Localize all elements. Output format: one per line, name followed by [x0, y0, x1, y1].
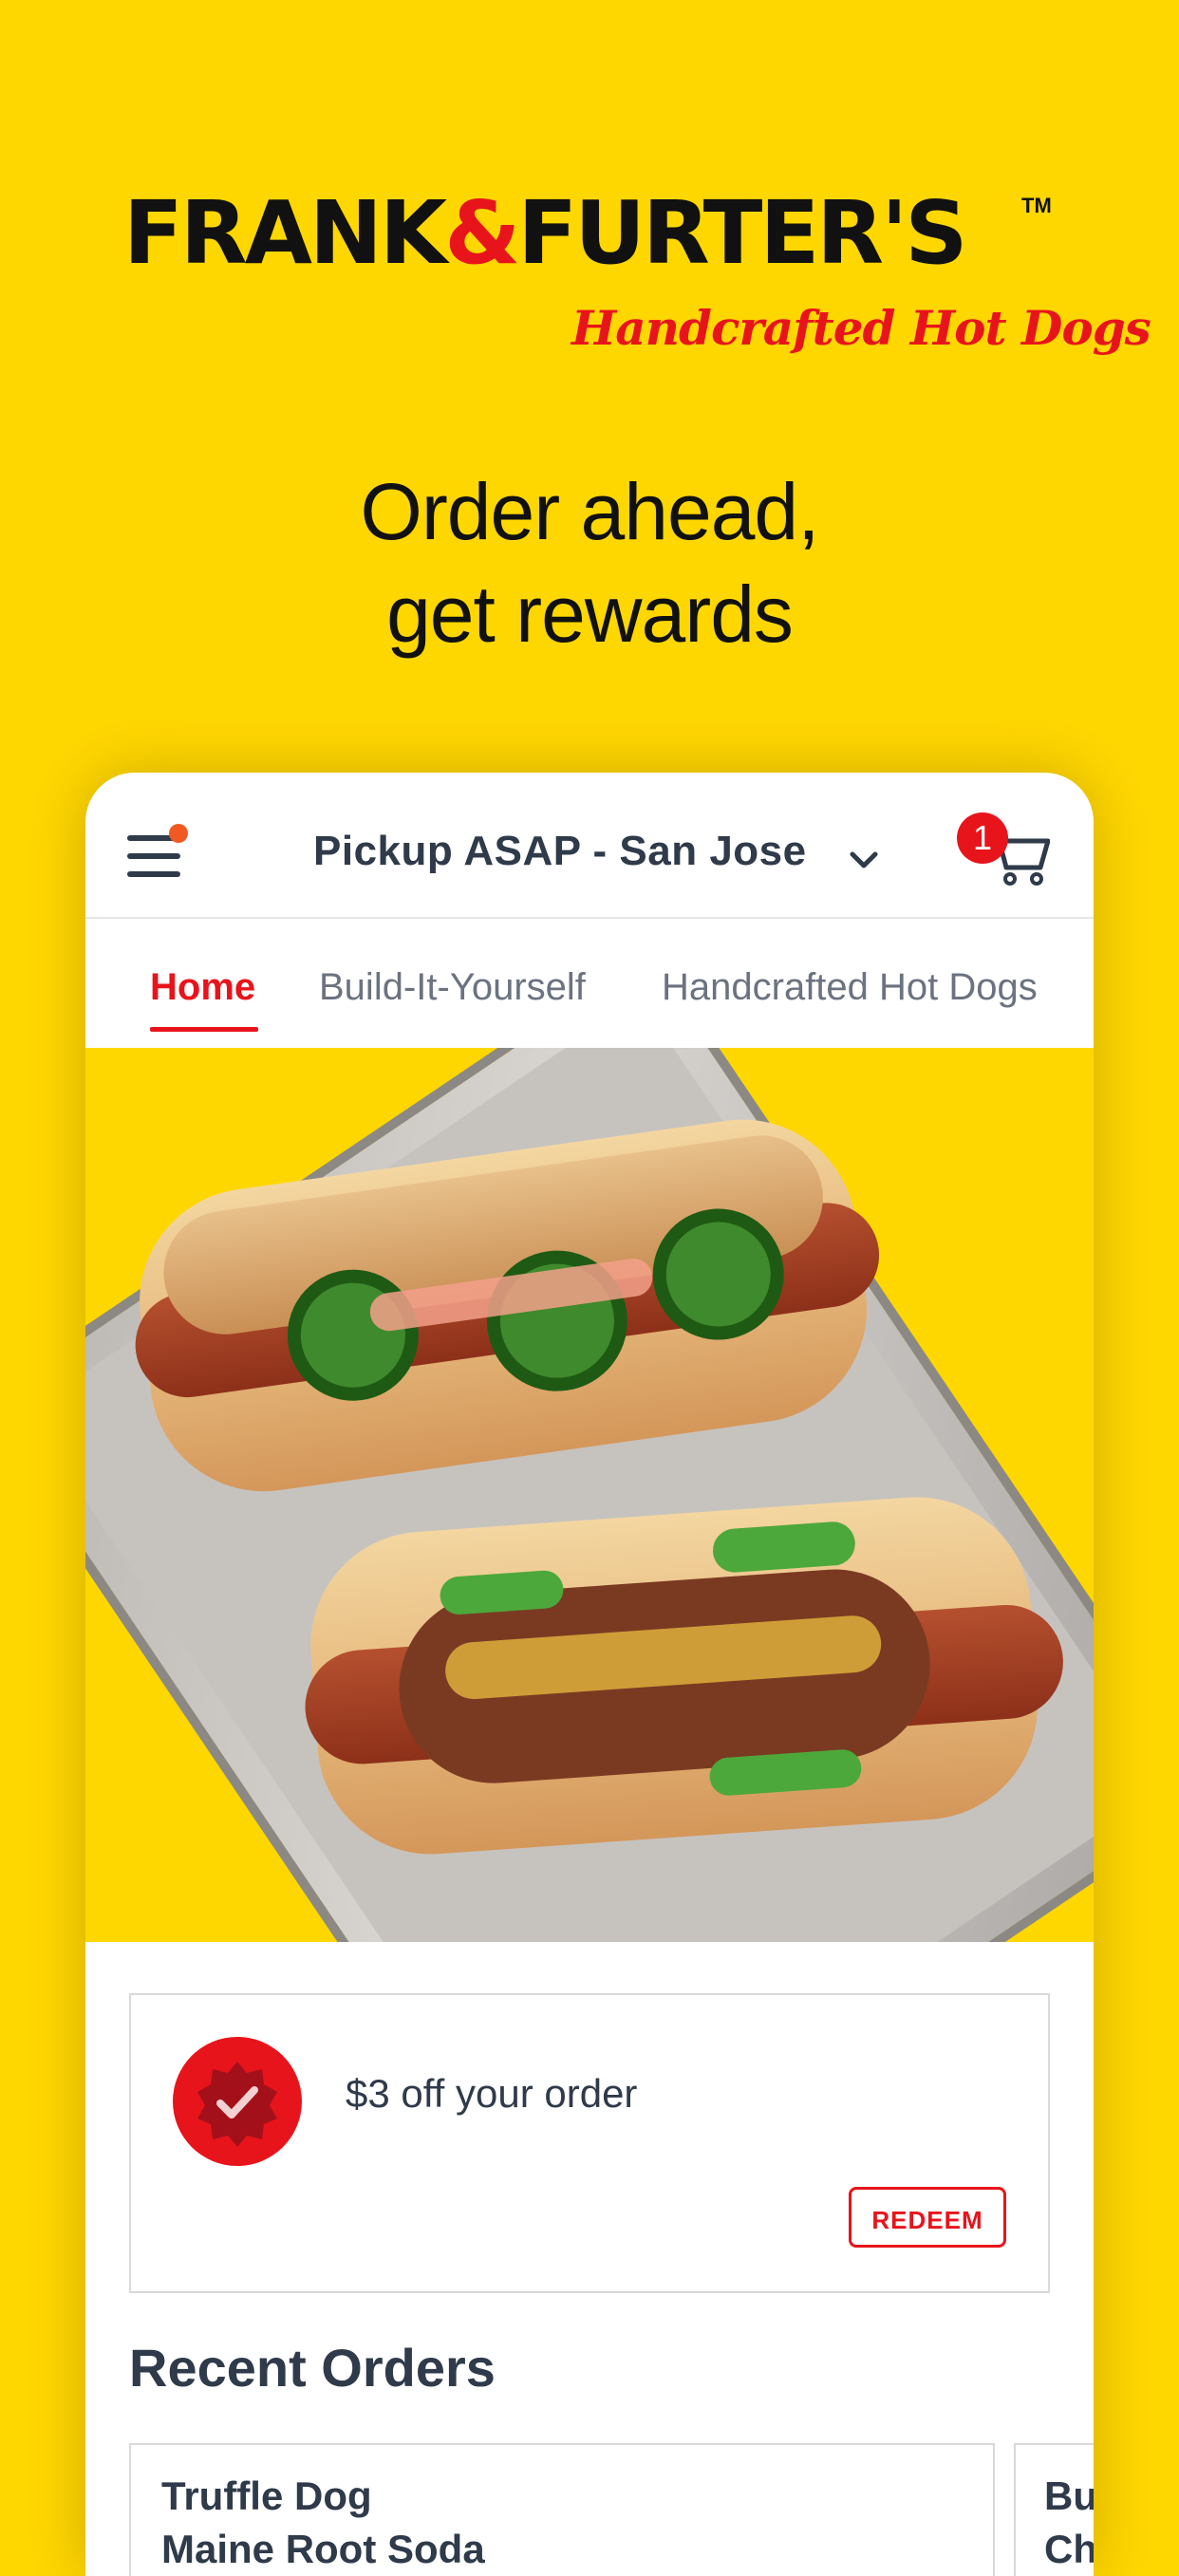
- order-item-2: Maine Root Soda: [161, 2527, 485, 2571]
- brand-logo: FRANK&FURTER'S TM Handcrafted Hot Dogs: [0, 180, 1179, 370]
- active-tab-indicator: [150, 1027, 258, 1032]
- category-tabs: Home Build-It-Yourself Handcrafted Hot D…: [85, 919, 1094, 1061]
- tab-build-it-yourself[interactable]: Build-It-Yourself: [319, 966, 586, 1009]
- tab-handcrafted-hot-dogs[interactable]: Handcrafted Hot Dogs: [662, 966, 1038, 1009]
- redeem-button[interactable]: REDEEM: [849, 2187, 1006, 2248]
- logo-ampersand: &: [444, 182, 520, 284]
- logo-wordmark: FRANK&FURTER'S: [123, 182, 968, 284]
- pickup-location-selector[interactable]: Pickup ASAP - San Jose: [313, 828, 807, 875]
- notification-dot: [169, 824, 188, 843]
- tagline-line1: Order ahead,: [360, 467, 820, 556]
- order-item-1: Bu: [1044, 2473, 1094, 2518]
- chevron-down-icon[interactable]: [847, 845, 881, 873]
- hero-hot-dog-image: [85, 1048, 1094, 1942]
- reward-description: $3 off your order: [346, 2071, 638, 2116]
- reward-badge-icon: [173, 2037, 302, 2166]
- logo-subtitle: Handcrafted Hot Dogs: [571, 300, 1151, 356]
- recent-orders-heading: Recent Orders: [129, 2338, 496, 2398]
- app-header: Pickup ASAP - San Jose 1: [85, 773, 1094, 919]
- reward-card: $3 off your order REDEEM: [129, 1993, 1050, 2293]
- logo-trademark: TM: [1021, 194, 1052, 217]
- order-item-1: Truffle Dog: [161, 2473, 372, 2518]
- hot-dog-2: [301, 1468, 1085, 1881]
- tagline: Order ahead, get rewards: [0, 460, 1179, 665]
- tab-home[interactable]: Home: [150, 966, 255, 1009]
- tagline-line2: get rewards: [386, 569, 794, 659]
- recent-order-card[interactable]: Truffle Dog Maine Root Soda: [129, 2443, 995, 2576]
- app-preview-screen: Pickup ASAP - San Jose 1 Home Build-It-Y…: [85, 773, 1094, 2576]
- cart-count-badge: 1: [957, 812, 1008, 864]
- order-item-2: Ch: [1044, 2527, 1094, 2571]
- recent-order-card[interactable]: Bu Ch: [1014, 2443, 1094, 2576]
